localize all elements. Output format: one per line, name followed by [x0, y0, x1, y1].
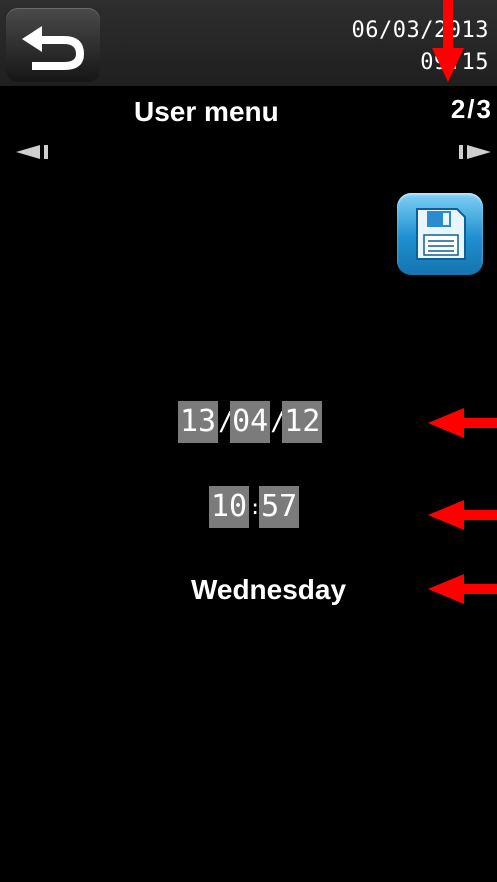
page-indicator: 2/3	[450, 94, 493, 124]
year-field[interactable]: 12	[282, 401, 323, 443]
date-separator: /	[218, 407, 234, 437]
screen: 06/03/2013 09:15 User menu 2/3 13 / 04 /	[0, 0, 497, 882]
annotation-arrow-date-icon	[428, 408, 497, 438]
next-page-button[interactable]	[455, 143, 491, 165]
date-setting: 13 / 04 / 12	[178, 401, 323, 443]
prev-page-button[interactable]	[16, 143, 52, 165]
chevron-left-icon	[16, 145, 48, 159]
annotation-arrow-time-icon	[428, 500, 497, 530]
day-field[interactable]: 13	[178, 401, 219, 443]
month-field[interactable]: 04	[230, 401, 271, 443]
time-separator: :	[249, 495, 262, 519]
minutes-field[interactable]: 57	[259, 486, 300, 528]
page-title: User menu	[134, 96, 279, 127]
back-button[interactable]	[6, 8, 100, 82]
system-date: 06/03/2013	[351, 18, 489, 43]
top-bar: 06/03/2013 09:15	[0, 0, 497, 86]
date-separator: /	[270, 407, 286, 437]
chevron-right-icon	[459, 145, 491, 159]
time-setting: 10 : 57	[209, 486, 300, 528]
back-arrow-icon	[22, 26, 84, 70]
weekday-label: Wednesday	[190, 574, 347, 605]
hours-field[interactable]: 10	[209, 486, 250, 528]
system-time: 09:15	[420, 50, 489, 75]
floppy-disk-icon	[416, 208, 466, 260]
save-button[interactable]	[397, 193, 483, 275]
